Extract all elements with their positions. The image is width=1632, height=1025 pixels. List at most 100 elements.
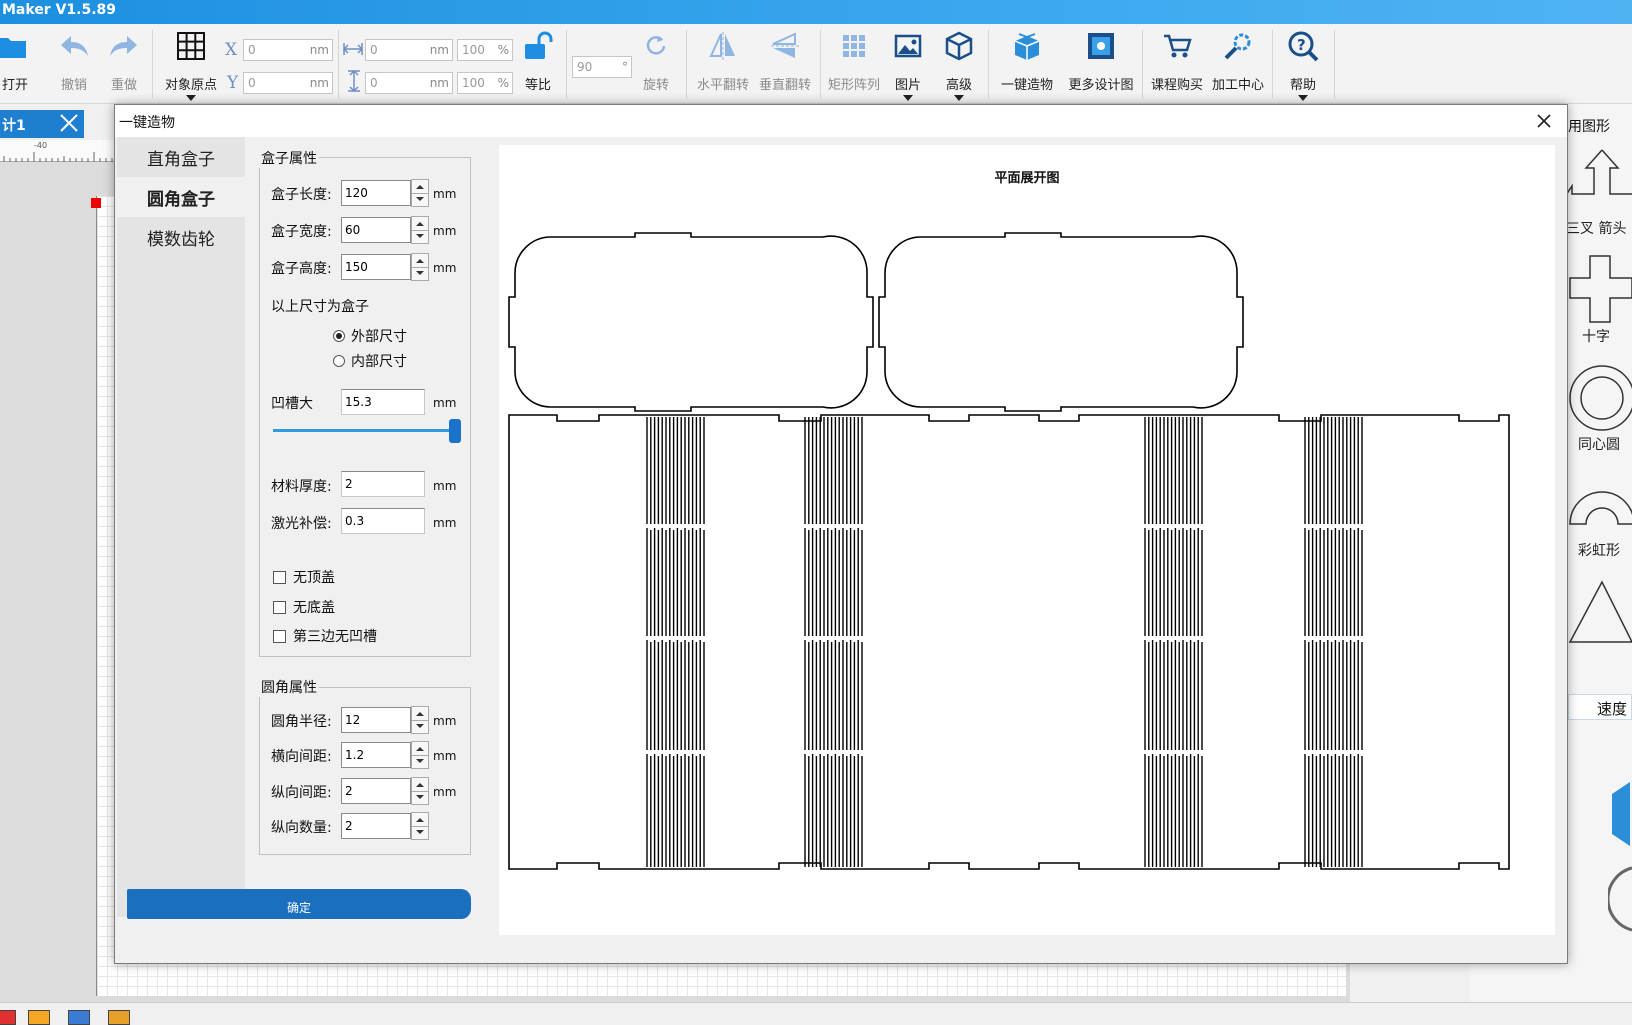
stepper-down-icon[interactable] <box>416 271 424 275</box>
material-thickness-input[interactable] <box>341 471 425 497</box>
material-thickness-label: 材料厚度: <box>271 479 332 495</box>
object-origin-button[interactable]: 对象原点 <box>158 24 224 104</box>
one-click-make-button[interactable]: 一键造物 <box>994 24 1060 104</box>
corner-radius-input[interactable] <box>341 707 411 733</box>
vertical-count-input[interactable] <box>341 813 411 839</box>
stepper-down-icon[interactable] <box>416 759 424 763</box>
help-button[interactable]: ? 帮助 <box>1278 24 1328 104</box>
no-bottom-checkbox[interactable] <box>273 601 286 614</box>
box-height-stepper[interactable] <box>411 253 429 281</box>
inner-size-radio[interactable] <box>333 355 345 367</box>
proportional-button[interactable]: 等比 <box>518 24 558 104</box>
scale-width-input[interactable]: 100% <box>457 39 513 61</box>
x-position-input[interactable]: 0 nm <box>243 39 333 61</box>
box-width-input[interactable] <box>341 217 411 243</box>
rotate-angle-input[interactable]: 90 ° <box>572 56 632 78</box>
image-button[interactable]: 图片 <box>886 24 930 104</box>
groove-slider-thumb[interactable] <box>449 419 461 443</box>
redo-button[interactable]: 重做 <box>104 24 144 104</box>
tab-rounded-box[interactable]: 圆角盒子 <box>117 177 245 217</box>
color-swatch[interactable] <box>68 1010 90 1025</box>
open-button[interactable]: 打开 <box>0 24 30 104</box>
box-length-stepper[interactable] <box>411 179 429 207</box>
y-unit: nm <box>309 76 329 90</box>
tab-right-angle-box[interactable]: 直角盒子 <box>117 137 245 177</box>
three-way-arrow-shape-icon[interactable] <box>1568 148 1632 220</box>
stepper-up-icon[interactable] <box>416 222 424 226</box>
stepper-up-icon[interactable] <box>416 747 424 751</box>
horizontal-spacing-stepper[interactable] <box>411 741 429 769</box>
close-icon[interactable] <box>1533 110 1555 132</box>
flip-vertical-label: 垂直翻转 <box>758 78 811 93</box>
height-input[interactable]: 0 nm <box>365 72 453 94</box>
toolbar-separator <box>1142 30 1143 98</box>
more-designs-button[interactable]: 更多设计图 <box>1064 24 1138 104</box>
processing-center-button[interactable]: 加工中心 <box>1208 24 1268 104</box>
stepper-up-icon[interactable] <box>416 259 424 263</box>
corner-radius-stepper[interactable] <box>411 706 429 734</box>
cross-shape-icon[interactable] <box>1568 254 1632 326</box>
vertical-count-stepper[interactable] <box>411 812 429 840</box>
triangle-shape-icon[interactable] <box>1568 580 1632 644</box>
color-swatch[interactable] <box>28 1010 50 1025</box>
title-bar: Maker V1.5.89 <box>0 0 1632 24</box>
flat-layout-preview: 平面展开图 <box>499 145 1555 935</box>
box-length-input[interactable] <box>341 180 411 206</box>
array-grid-icon <box>843 35 865 57</box>
tab-label: 圆角盒子 <box>147 190 215 210</box>
laser-compensation-input[interactable] <box>341 508 425 534</box>
horizontal-spacing-input[interactable] <box>341 742 411 768</box>
course-purchase-button[interactable]: 课程购买 <box>1146 24 1208 104</box>
concentric-circle-shape-icon[interactable] <box>1568 360 1632 436</box>
close-icon[interactable] <box>58 112 80 134</box>
advanced-button[interactable]: 高级 <box>936 24 982 104</box>
chevron-down-icon <box>1298 95 1308 101</box>
no-top-checkbox[interactable] <box>273 571 286 584</box>
color-swatch[interactable] <box>0 1010 16 1025</box>
rainbow-shape-icon[interactable] <box>1568 478 1632 538</box>
color-swatch[interactable] <box>108 1010 130 1025</box>
document-tab[interactable]: 计1 <box>0 110 84 138</box>
box-width-stepper[interactable] <box>411 216 429 244</box>
rounded-properties-title: 圆角属性 <box>259 677 319 697</box>
box-length-label: 盒子长度: <box>271 187 332 203</box>
three-way-arrow-label: 三叉 箭头 <box>1566 221 1627 237</box>
stepper-down-icon[interactable] <box>416 234 424 238</box>
lid-panel-right <box>878 232 1244 412</box>
width-input[interactable]: 0 nm <box>365 39 453 61</box>
stepper-up-icon[interactable] <box>416 712 424 716</box>
dialog-title-bar: 一键造物 <box>115 105 1567 137</box>
stepper-up-icon[interactable] <box>416 818 424 822</box>
tab-module-gear[interactable]: 模数齿轮 <box>117 217 245 257</box>
confirm-button[interactable]: 确定 <box>127 889 471 919</box>
rect-array-button[interactable]: 矩形阵列 <box>824 24 884 104</box>
stepper-up-icon[interactable] <box>416 185 424 189</box>
outer-size-radio[interactable] <box>333 330 345 342</box>
rainbow-label: 彩虹形 <box>1578 543 1620 559</box>
stepper-down-icon[interactable] <box>416 197 424 201</box>
groove-size-input[interactable] <box>341 389 425 415</box>
third-side-no-groove-checkbox[interactable] <box>273 630 286 643</box>
stepper-up-icon[interactable] <box>416 783 424 787</box>
stepper-down-icon[interactable] <box>416 724 424 728</box>
rotate-button[interactable]: 旋转 <box>636 24 676 104</box>
groove-size-label: 凹槽大 <box>271 396 313 412</box>
scale-height-input[interactable]: 100% <box>457 72 513 94</box>
box-height-input[interactable] <box>341 254 411 280</box>
vertical-spacing-stepper[interactable] <box>411 777 429 805</box>
image-label: 图片 <box>894 78 921 93</box>
folder-icon <box>0 38 26 58</box>
vertical-spacing-input[interactable] <box>341 778 411 804</box>
flip-vertical-button[interactable]: 垂直翻转 <box>754 24 816 104</box>
undo-button[interactable]: 撤销 <box>54 24 94 104</box>
box-type-tabs: 直角盒子 圆角盒子 模数齿轮 <box>117 137 245 917</box>
layout-drawing <box>508 232 1510 870</box>
flip-horizontal-button[interactable]: 水平翻转 <box>692 24 754 104</box>
y-position-input[interactable]: 0 nm <box>243 72 333 94</box>
corner-radius-unit: mm <box>433 714 457 728</box>
box-icon <box>1014 33 1040 60</box>
stepper-down-icon[interactable] <box>416 795 424 799</box>
groove-slider-track[interactable] <box>273 429 453 432</box>
box-height-unit: mm <box>433 261 457 275</box>
stepper-down-icon[interactable] <box>416 830 424 834</box>
